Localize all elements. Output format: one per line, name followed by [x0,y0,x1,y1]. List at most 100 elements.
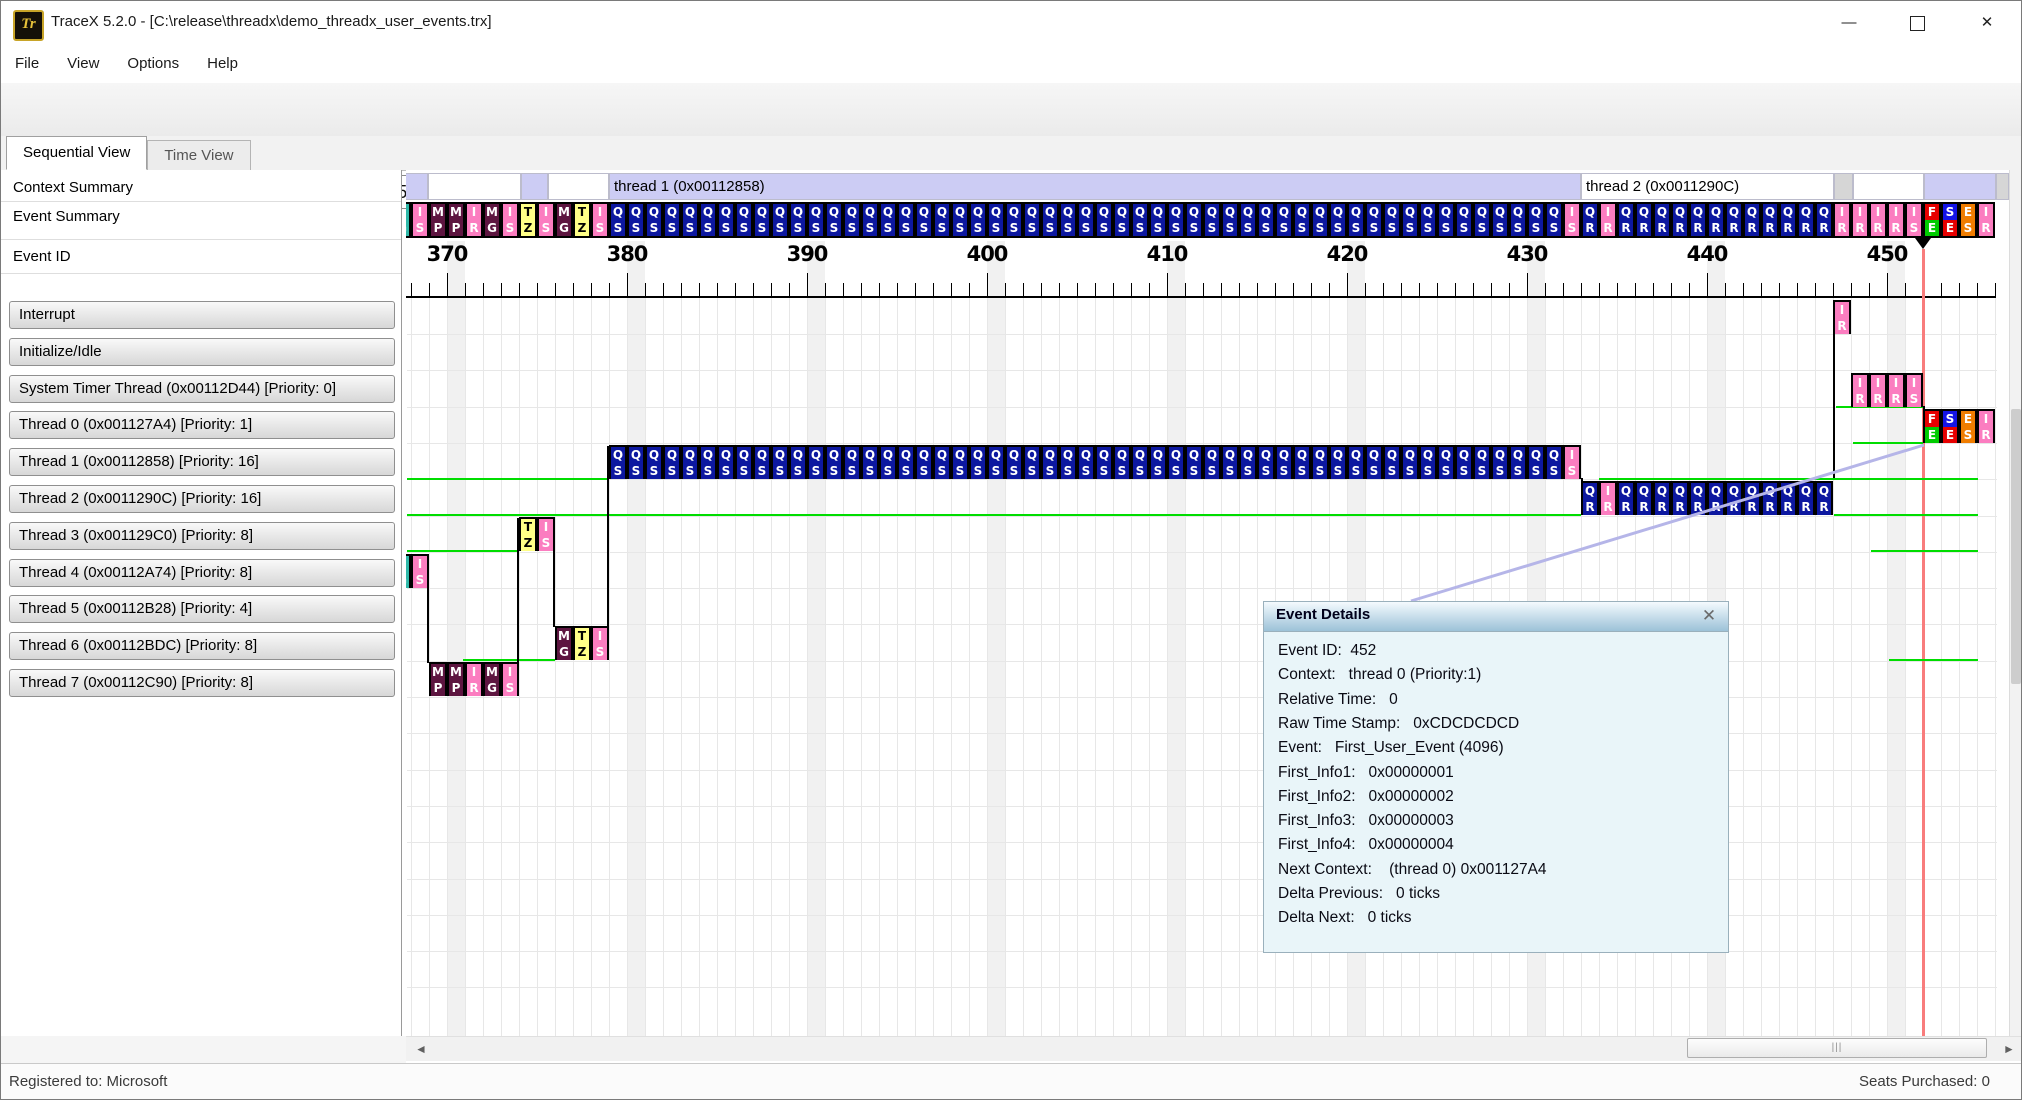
summary-event-box-QS[interactable]: QS [1185,202,1203,238]
canvas-event-box-QS[interactable]: QS [1275,445,1293,479]
summary-event-box-QR[interactable]: QR [1797,202,1815,238]
canvas-event-box-QS[interactable]: QS [1473,445,1491,479]
canvas-event-box-QR[interactable]: QR [1689,481,1707,515]
canvas-event-box-QS[interactable]: QS [789,445,807,479]
canvas-event-box-QR[interactable]: QR [1581,481,1599,515]
context-button-8[interactable]: Thread 5 (0x00112B28) [Priority: 4] [9,595,395,623]
canvas-event-box-IR[interactable]: IR [1833,300,1851,334]
canvas-event-box-MG[interactable]: MG [483,662,501,696]
summary-event-box-QS[interactable]: QS [789,202,807,238]
canvas-event-box-QS[interactable]: QS [1221,445,1239,479]
summary-event-box-QR[interactable]: QR [1653,202,1671,238]
canvas-event-box-QS[interactable]: QS [609,445,627,479]
context-button-10[interactable]: Thread 7 (0x00112C90) [Priority: 8] [9,669,395,697]
canvas-event-box-QS[interactable]: QS [699,445,717,479]
canvas-event-box-QS[interactable]: QS [753,445,771,479]
summary-event-box-QS[interactable]: QS [1077,202,1095,238]
canvas-event-box-QS[interactable]: QS [1113,445,1131,479]
summary-event-box-QS[interactable]: QS [1419,202,1437,238]
canvas-event-box-QS[interactable]: QS [735,445,753,479]
canvas-event-box-QS[interactable]: QS [1347,445,1365,479]
canvas-event-box-QR[interactable]: QR [1635,481,1653,515]
canvas-event-box-QS[interactable]: QS [1311,445,1329,479]
context-button-4[interactable]: Thread 1 (0x00112858) [Priority: 16] [9,448,395,476]
canvas-event-box-QS[interactable]: QS [951,445,969,479]
context-button-9[interactable]: Thread 6 (0x00112BDC) [Priority: 8] [9,632,395,660]
canvas-event-box-TZ[interactable]: TZ [519,517,537,551]
canvas-event-box-QS[interactable]: QS [1239,445,1257,479]
canvas-event-box-QS[interactable]: QS [843,445,861,479]
tab-time-view[interactable]: Time View [147,140,250,170]
canvas-event-box-QS[interactable]: QS [1095,445,1113,479]
context-button-7[interactable]: Thread 4 (0x00112A74) [Priority: 8] [9,559,395,587]
summary-event-box-QS[interactable]: QS [1167,202,1185,238]
summary-event-box-QR[interactable]: QR [1581,202,1599,238]
app-icon[interactable]: Tr [13,10,44,41]
canvas-event-box-QS[interactable]: QS [1167,445,1185,479]
summary-event-box-QS[interactable]: QS [1005,202,1023,238]
summary-event-box-FE[interactable]: FE [1923,202,1941,238]
canvas-event-box-QS[interactable]: QS [771,445,789,479]
summary-event-box-QR[interactable]: QR [1617,202,1635,238]
summary-event-box-QS[interactable]: QS [951,202,969,238]
menu-item-options[interactable]: Options [113,47,193,72]
summary-event-box-QS[interactable]: QS [969,202,987,238]
canvas-event-box-QS[interactable]: QS [1041,445,1059,479]
menu-item-view[interactable]: View [53,47,113,72]
summary-event-box-QS[interactable]: QS [627,202,645,238]
canvas-event-box-IR[interactable]: IR [1599,481,1617,515]
horizontal-scrollbar-thumb[interactable]: ||| [1687,1038,1987,1058]
canvas-event-box-QS[interactable]: QS [1203,445,1221,479]
canvas-event-box-IR[interactable]: IR [1851,373,1869,407]
close-button[interactable]: ✕ [1955,1,2019,45]
canvas-event-box-QS[interactable]: QS [1437,445,1455,479]
summary-event-box-QS[interactable]: QS [699,202,717,238]
summary-event-box-IS[interactable]: IS [1563,202,1581,238]
summary-event-box-QS[interactable]: QS [843,202,861,238]
summary-event-box-QS[interactable]: QS [807,202,825,238]
summary-event-box-QS[interactable]: QS [933,202,951,238]
canvas-event-box-QS[interactable]: QS [1149,445,1167,479]
canvas-event-box-IR[interactable]: IR [465,662,483,696]
canvas-event-box-IR[interactable]: IR [1887,373,1905,407]
menu-item-help[interactable]: Help [193,47,252,72]
summary-event-box-QR[interactable]: QR [1725,202,1743,238]
canvas-event-box-QS[interactable]: QS [663,445,681,479]
summary-event-box-QS[interactable]: QS [1437,202,1455,238]
scroll-right-arrow[interactable]: ► [2003,1042,2015,1056]
summary-event-box-IS[interactable]: IS [411,202,429,238]
summary-event-box-QR[interactable]: QR [1761,202,1779,238]
canvas-event-box-QS[interactable]: QS [1419,445,1437,479]
summary-event-box-IS[interactable]: IS [1905,202,1923,238]
maximize-button[interactable] [1885,1,1949,45]
summary-event-box-QS[interactable]: QS [861,202,879,238]
summary-event-box-IR[interactable]: IR [1833,202,1851,238]
canvas-event-box-QS[interactable]: QS [1509,445,1527,479]
vertical-scrollbar-thumb[interactable] [2011,409,2021,684]
canvas-event-box-QS[interactable]: QS [915,445,933,479]
summary-event-box-QS[interactable]: QS [987,202,1005,238]
canvas-event-box-QS[interactable]: QS [1455,445,1473,479]
canvas-event-box-QS[interactable]: QS [1491,445,1509,479]
summary-event-box-QS[interactable]: QS [1545,202,1563,238]
summary-event-box-QS[interactable]: QS [879,202,897,238]
summary-event-box-QS[interactable]: QS [1023,202,1041,238]
canvas-event-box-QR[interactable]: QR [1743,481,1761,515]
summary-event-box-MG[interactable]: MG [483,202,501,238]
summary-event-box-QS[interactable]: QS [1059,202,1077,238]
summary-event-box-IS[interactable]: IS [591,202,609,238]
menu-item-file[interactable]: File [1,47,53,72]
canvas-event-box-QS[interactable]: QS [933,445,951,479]
summary-event-box-QS[interactable]: QS [1239,202,1257,238]
summary-event-box-IR[interactable]: IR [1887,202,1905,238]
canvas-event-box-QR[interactable]: QR [1779,481,1797,515]
context-button-6[interactable]: Thread 3 (0x001129C0) [Priority: 8] [9,522,395,550]
summary-event-box-IR[interactable]: IR [1977,202,1995,238]
context-button-5[interactable]: Thread 2 (0x0011290C) [Priority: 16] [9,485,395,513]
summary-event-box-QS[interactable]: QS [609,202,627,238]
canvas-event-box-QS[interactable]: QS [807,445,825,479]
canvas-event-box-QS[interactable]: QS [1005,445,1023,479]
summary-event-box-QS[interactable]: QS [1221,202,1239,238]
summary-event-box-QS[interactable]: QS [735,202,753,238]
canvas-event-box-QS[interactable]: QS [645,445,663,479]
